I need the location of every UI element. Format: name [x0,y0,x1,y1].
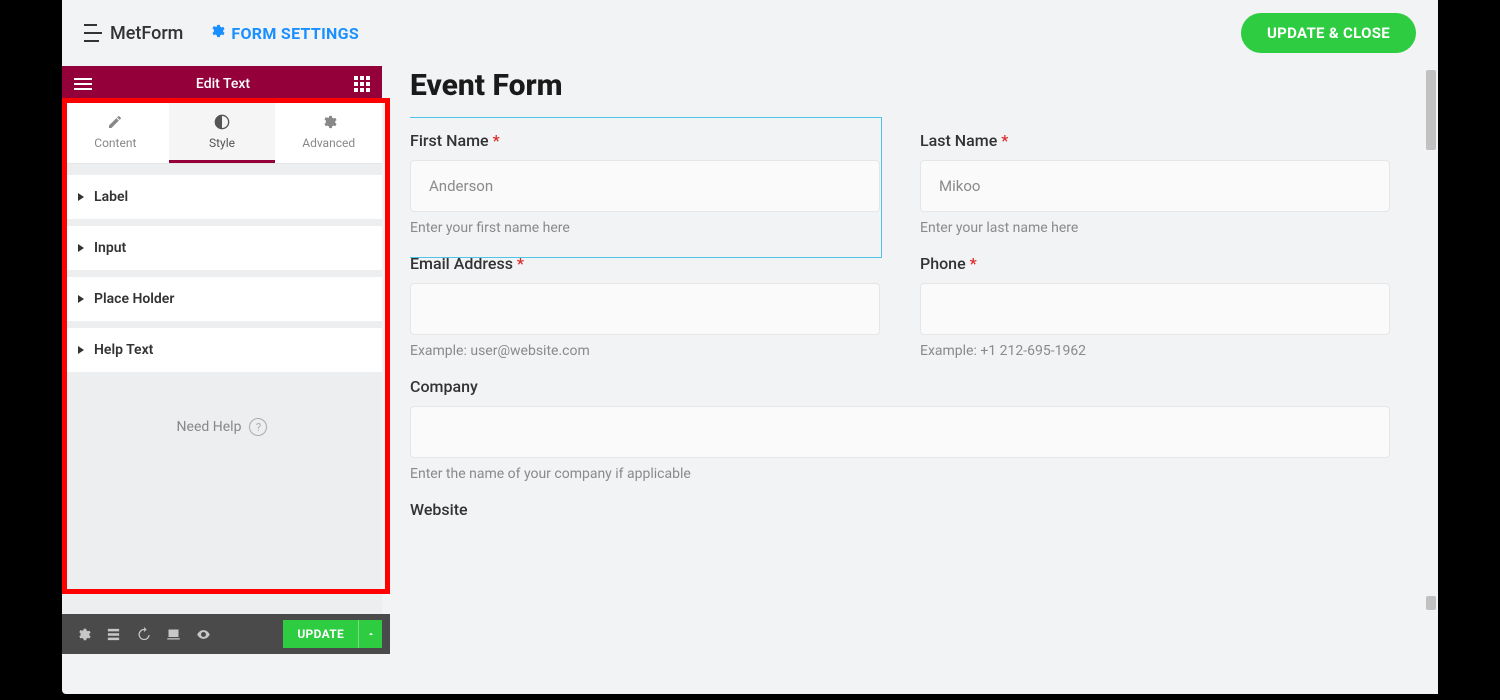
responsive-icon[interactable] [158,614,188,654]
caret-right-icon [78,193,84,201]
last-name-input[interactable] [920,160,1390,212]
required-asterisk: * [970,254,977,273]
field-email[interactable]: Email Address * Example: user@website.co… [410,254,880,359]
field-first-name[interactable]: First Name * Enter your first name here [410,131,880,236]
required-asterisk: * [1001,131,1008,150]
email-label: Email Address * [410,254,880,273]
update-and-close-button[interactable]: UPDATE & CLOSE [1241,13,1416,53]
email-input[interactable] [410,283,880,335]
company-help: Enter the name of your company if applic… [410,466,1390,482]
company-input[interactable] [410,406,1390,458]
section-label[interactable]: Label [62,174,382,225]
caret-right-icon [78,346,84,354]
phone-help: Example: +1 212-695-1962 [920,343,1390,359]
contrast-icon [214,114,230,130]
section-helptext-text: Help Text [94,342,153,358]
tab-content[interactable]: Content [62,102,169,163]
website-label: Website [410,500,1390,519]
form-settings-link[interactable]: FORM SETTINGS [209,23,359,43]
tab-style[interactable]: Style [169,102,276,163]
last-name-help: Enter your last name here [920,220,1390,236]
phone-label: Phone * [920,254,1390,273]
panel-tabs: Content Style Advanced [62,102,382,164]
brand: MetForm [84,23,183,44]
help-icon: ? [249,418,267,436]
first-name-label: First Name * [410,131,880,150]
last-name-label: Last Name * [920,131,1390,150]
label-text: First Name [410,131,489,150]
menu-icon[interactable] [74,78,92,90]
editor-sidebar: Edit Text Content Style [62,66,390,694]
settings-icon[interactable] [68,614,98,654]
need-help-link[interactable]: Need Help ? [62,378,382,476]
first-name-help: Enter your first name here [410,220,880,236]
navigator-icon[interactable] [98,614,128,654]
panel-header: Edit Text [62,66,382,102]
caret-right-icon [78,295,84,303]
section-placeholder[interactable]: Place Holder [62,276,382,327]
tab-content-label: Content [94,136,136,150]
section-label-text: Label [94,189,128,205]
section-input-text: Input [94,240,126,256]
pencil-icon [107,114,123,130]
widgets-grid-icon[interactable] [354,76,370,92]
required-asterisk: * [493,131,500,150]
brand-label: MetForm [110,23,183,44]
form-preview: Event Form First Name * Enter your first… [410,66,1438,694]
tab-style-label: Style [209,136,235,150]
panel-title: Edit Text [196,76,250,92]
scrollbar-thumb[interactable] [1426,596,1436,610]
modal-header: MetForm FORM SETTINGS UPDATE & CLOSE [62,0,1438,66]
scrollbar[interactable] [1422,66,1438,694]
first-name-input[interactable] [410,160,880,212]
phone-input[interactable] [920,283,1390,335]
section-helptext[interactable]: Help Text [62,327,382,378]
form-settings-label: FORM SETTINGS [231,24,359,43]
section-input[interactable]: Input [62,225,382,276]
label-text: Email Address [410,254,513,273]
label-text: Phone [920,254,966,273]
field-company[interactable]: Company Enter the name of your company i… [410,377,1390,482]
gear-icon [321,114,337,130]
field-last-name[interactable]: Last Name * Enter your last name here [920,131,1390,236]
need-help-label: Need Help [177,419,242,435]
form-title: Event Form [410,68,1398,103]
panel-footer: UPDATE [62,614,390,654]
company-label: Company [410,377,1390,396]
update-options-button[interactable] [358,620,382,648]
update-button[interactable]: UPDATE [283,620,358,648]
label-text: Last Name [920,131,997,150]
tab-advanced-label: Advanced [302,136,355,150]
required-asterisk: * [517,254,524,273]
gear-icon [209,23,225,43]
field-website[interactable]: Website [410,500,1390,529]
brand-icon [84,24,102,42]
email-help: Example: user@website.com [410,343,880,359]
scrollbar-thumb[interactable] [1426,70,1436,150]
history-icon[interactable] [128,614,158,654]
caret-right-icon [78,244,84,252]
section-placeholder-text: Place Holder [94,291,174,307]
preview-icon[interactable] [188,614,218,654]
builder-modal: MetForm FORM SETTINGS UPDATE & CLOSE Edi… [62,0,1438,694]
tab-advanced[interactable]: Advanced [275,102,382,163]
field-phone[interactable]: Phone * Example: +1 212-695-1962 [920,254,1390,359]
